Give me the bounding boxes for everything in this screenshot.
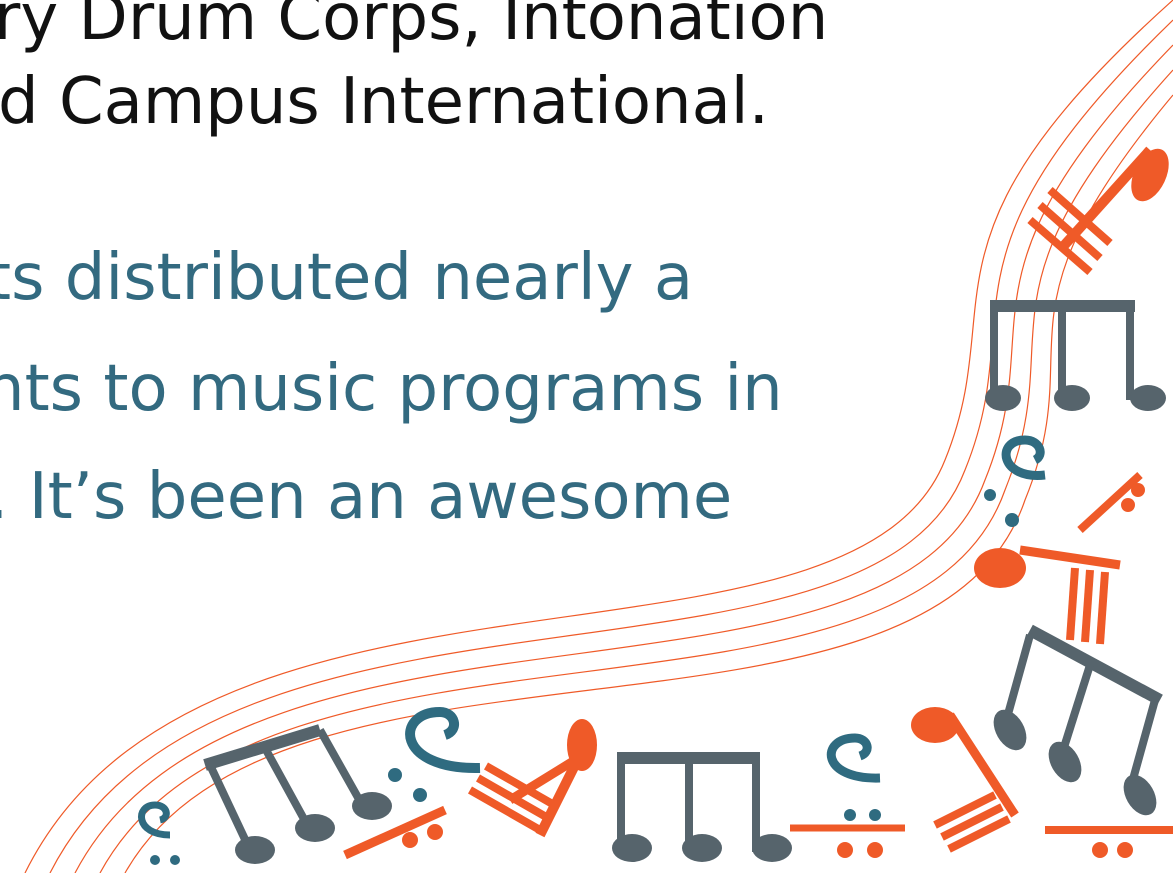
music-staff-icon [24, 0, 1173, 873]
eighth-note-icon [790, 824, 905, 858]
eighth-note-icon [468, 719, 597, 838]
beamed-notes-icon [993, 624, 1163, 816]
eighth-note-icon [1077, 472, 1145, 533]
eighth-note-icon [1027, 146, 1169, 276]
music-decoration [24, 0, 1173, 873]
beamed-notes-icon [985, 300, 1166, 411]
bass-clef-icon [388, 706, 481, 802]
eighth-note-icon [1045, 826, 1173, 858]
eighth-note-icon [974, 545, 1121, 645]
bass-clef-icon [138, 801, 180, 865]
bass-clef-icon [984, 435, 1046, 527]
beamed-notes-icon [612, 752, 792, 862]
bass-clef-icon [826, 733, 881, 821]
